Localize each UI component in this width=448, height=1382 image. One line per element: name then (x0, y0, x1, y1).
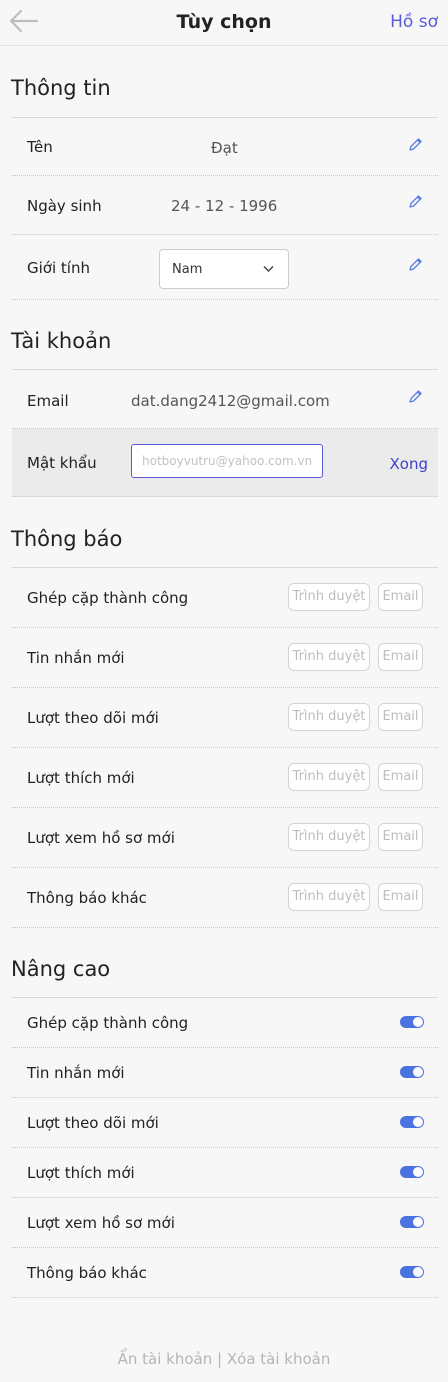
page-title: Tùy chọn (176, 11, 272, 33)
advanced-row-label: Ghép cặp thành công (27, 1014, 189, 1032)
footer-links: Ẩn tài khoản | Xóa tài khoản (0, 1350, 448, 1368)
email-value: dat.dang2412@gmail.com (131, 392, 330, 410)
password-label: Mật khẩu (27, 454, 97, 472)
advanced-row: Lượt theo dõi mới (12, 1098, 438, 1148)
dob-value: 24 - 12 - 1996 (171, 197, 278, 215)
advanced-row: Thông báo khác (12, 1248, 438, 1298)
section-title-info: Thông tin (11, 76, 111, 100)
toggle-knob (413, 1017, 423, 1027)
notify-row: Tin nhắn mới Trình duyệt Email (12, 628, 438, 688)
advanced-toggle[interactable] (400, 1266, 424, 1278)
notify-row-label: Ghép cặp thành công (27, 589, 189, 607)
edit-email-pencil-icon[interactable] (407, 389, 423, 405)
email-toggle-chip[interactable]: Email (378, 823, 423, 851)
notify-row: Lượt thích mới Trình duyệt Email (12, 748, 438, 808)
browser-toggle-chip[interactable]: Trình duyệt (288, 643, 370, 671)
advanced-row-label: Thông báo khác (27, 1264, 147, 1282)
advanced-row: Lượt xem hồ sơ mới (12, 1198, 438, 1248)
dob-row: Ngày sinh 24 - 12 - 1996 (12, 176, 438, 235)
email-toggle-chip[interactable]: Email (378, 883, 423, 911)
chevron-down-icon (263, 265, 274, 273)
advanced-toggle[interactable] (400, 1166, 424, 1178)
section-title-account: Tài khoản (11, 329, 112, 353)
delete-account-link[interactable]: Xóa tài khoản (227, 1350, 331, 1368)
name-row: Tên Đạt (12, 118, 438, 176)
edit-dob-pencil-icon[interactable] (407, 194, 423, 210)
password-placeholder: hotboyvutru@yahoo.com.vn (142, 454, 313, 468)
done-button[interactable]: Xong (390, 455, 428, 473)
email-toggle-chip[interactable]: Email (378, 703, 423, 731)
browser-toggle-chip[interactable]: Trình duyệt (288, 763, 370, 791)
advanced-row: Ghép cặp thành công (12, 998, 438, 1048)
toggle-knob (413, 1067, 423, 1077)
gender-selected-value: Nam (172, 262, 203, 277)
edit-gender-pencil-icon[interactable] (407, 257, 423, 273)
browser-toggle-chip[interactable]: Trình duyệt (288, 883, 370, 911)
toggle-knob (413, 1117, 423, 1127)
name-value: Đạt (211, 139, 238, 157)
notify-row: Lượt xem hồ sơ mới Trình duyệt Email (12, 808, 438, 868)
advanced-row-label: Lượt xem hồ sơ mới (27, 1214, 175, 1232)
email-toggle-chip[interactable]: Email (378, 583, 423, 611)
advanced-toggle[interactable] (400, 1116, 424, 1128)
browser-toggle-chip[interactable]: Trình duyệt (288, 823, 370, 851)
password-row: Mật khẩu hotboyvutru@yahoo.com.vn Xong (12, 429, 438, 497)
notify-row-label: Lượt thích mới (27, 769, 135, 787)
name-label: Tên (27, 138, 53, 156)
password-input[interactable]: hotboyvutru@yahoo.com.vn (131, 444, 323, 478)
dob-label: Ngày sinh (27, 197, 102, 215)
toggle-knob (413, 1267, 423, 1277)
advanced-row: Tin nhắn mới (12, 1048, 438, 1098)
top-bar: Tùy chọn Hồ sơ (0, 0, 448, 46)
profile-link[interactable]: Hồ sơ (390, 12, 438, 32)
gender-row: Giới tính Nam (12, 235, 438, 300)
hide-account-link[interactable]: Ẩn tài khoản (118, 1350, 213, 1368)
footer-separator: | (212, 1350, 227, 1368)
notify-row: Ghép cặp thành công Trình duyệt Email (12, 568, 438, 628)
notify-row: Lượt theo dõi mới Trình duyệt Email (12, 688, 438, 748)
email-toggle-chip[interactable]: Email (378, 763, 423, 791)
edit-name-pencil-icon[interactable] (407, 137, 423, 153)
email-label: Email (27, 392, 69, 410)
browser-toggle-chip[interactable]: Trình duyệt (288, 583, 370, 611)
gender-label: Giới tính (27, 259, 90, 277)
section-title-advanced: Nâng cao (11, 957, 111, 981)
section-title-notifications: Thông báo (11, 527, 123, 551)
toggle-knob (413, 1217, 423, 1227)
toggle-knob (413, 1167, 423, 1177)
notify-row-label: Lượt theo dõi mới (27, 709, 159, 727)
advanced-toggle[interactable] (400, 1066, 424, 1078)
notify-row-label: Thông báo khác (27, 889, 147, 907)
advanced-row: Lượt thích mới (12, 1148, 438, 1198)
notify-row-label: Lượt xem hồ sơ mới (27, 829, 175, 847)
email-toggle-chip[interactable]: Email (378, 643, 423, 671)
notify-row: Thông báo khác Trình duyệt Email (12, 868, 438, 928)
advanced-row-label: Lượt thích mới (27, 1164, 135, 1182)
advanced-toggle[interactable] (400, 1216, 424, 1228)
advanced-toggle[interactable] (400, 1016, 424, 1028)
browser-toggle-chip[interactable]: Trình duyệt (288, 703, 370, 731)
gender-select[interactable]: Nam (159, 249, 289, 289)
advanced-row-label: Tin nhắn mới (27, 1064, 125, 1082)
notify-row-label: Tin nhắn mới (27, 649, 125, 667)
email-row: Email dat.dang2412@gmail.com (12, 370, 438, 429)
advanced-row-label: Lượt theo dõi mới (27, 1114, 159, 1132)
